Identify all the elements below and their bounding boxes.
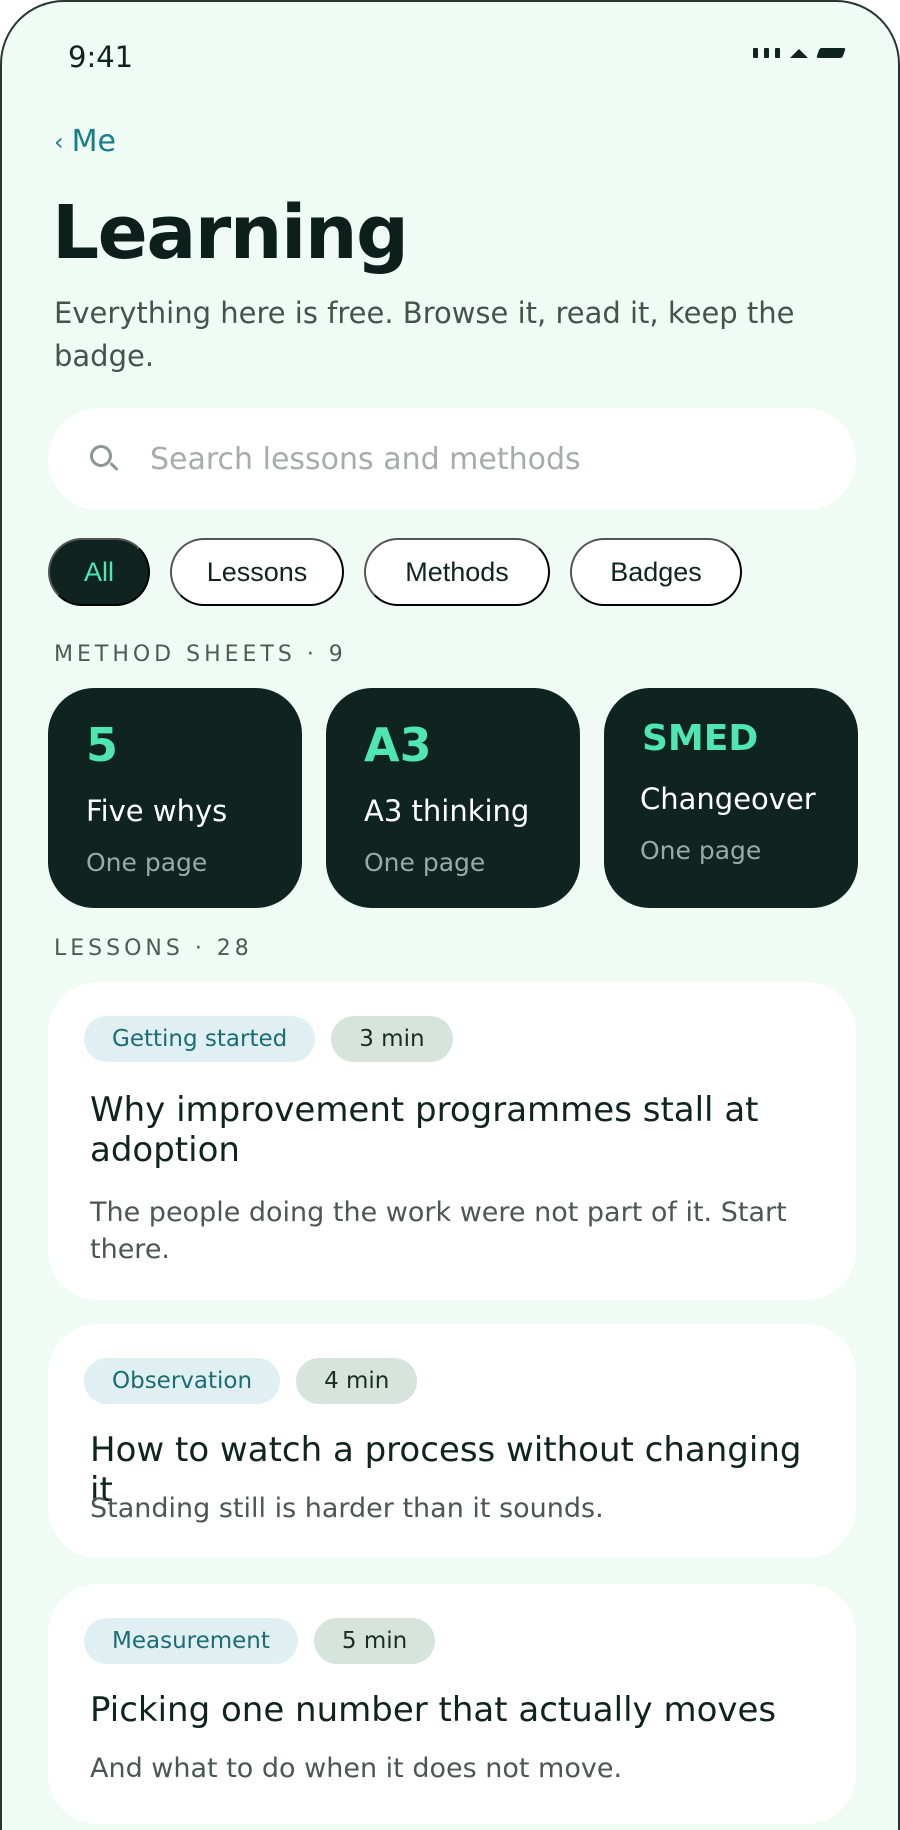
lesson-description: Standing still is harder than it sounds. (90, 1493, 604, 1524)
back-button[interactable]: ‹ Me (54, 124, 116, 159)
method-sheet-length: One page (640, 836, 762, 865)
method-sheet-card[interactable]: 5 Five whys One page (48, 688, 302, 908)
lesson-description: The people doing the work were not part … (90, 1197, 787, 1265)
filter-chip-all[interactable]: All (48, 538, 150, 606)
topic-badge: Getting started (84, 1016, 316, 1062)
page-subtitle: Everything here is free. Browse it, read… (54, 296, 795, 373)
filter-chip-badges[interactable]: Badges (570, 538, 742, 606)
lesson-tags: Getting started 3 min (84, 1016, 453, 1062)
lesson-description: And what to do when it does not move. (90, 1753, 623, 1784)
method-sheet-card[interactable]: SMED Changeover One page (604, 688, 858, 908)
method-sheet-length: One page (364, 848, 486, 877)
lesson-title: Why improvement programmes stall at adop… (90, 1090, 759, 1170)
method-sheet-code: A3 (364, 718, 432, 772)
duration-badge: 5 min (313, 1618, 436, 1664)
status-time: 9:41 (68, 40, 134, 74)
filter-chip-methods[interactable]: Methods (364, 538, 550, 606)
lesson-tags: Observation 4 min (84, 1358, 418, 1404)
method-sheet-card[interactable]: A3 A3 thinking One page (326, 688, 580, 908)
status-indicators (753, 48, 846, 58)
signal-bar-icon (753, 48, 758, 58)
chevron-left-icon: ‹ (54, 127, 64, 156)
phone-screen: 9:41 ‹ Me Learning Everything here is fr… (0, 0, 900, 1830)
back-label: Me (71, 124, 116, 159)
lesson-card[interactable]: Measurement 5 min Picking one number tha… (48, 1584, 856, 1824)
method-sheet-code: 5 (86, 718, 119, 772)
method-sheets-row: 5 Five whys One page A3 A3 thinking One … (48, 688, 858, 908)
method-sheet-code: SMED (642, 718, 759, 759)
page-title: Learning (52, 190, 409, 276)
method-sheets-heading: METHOD SHEETS · 9 (54, 642, 347, 667)
duration-badge: 4 min (296, 1358, 418, 1404)
search-input[interactable] (150, 441, 790, 477)
battery-icon (816, 48, 846, 58)
filter-chip-lessons[interactable]: Lessons (170, 538, 344, 606)
method-sheet-name: Five whys (86, 794, 228, 828)
search-bar[interactable] (48, 408, 856, 510)
lesson-title: Picking one number that actually moves (90, 1690, 777, 1730)
lesson-card[interactable]: Observation 4 min How to watch a process… (48, 1324, 856, 1558)
lessons-heading: LESSONS · 28 (54, 936, 253, 961)
search-icon (88, 443, 120, 475)
method-sheet-name: Changeover (640, 782, 816, 816)
lesson-card[interactable]: Getting started 3 min Why improvement pr… (48, 982, 856, 1300)
status-bar: 9:41 (2, 2, 898, 112)
topic-badge: Observation (84, 1358, 281, 1404)
signal-bar-icon (764, 48, 769, 58)
lesson-tags: Measurement 5 min (84, 1618, 436, 1664)
duration-badge: 3 min (331, 1016, 453, 1062)
wifi-icon (790, 49, 808, 58)
signal-bar-icon (775, 48, 780, 58)
filter-chips: All Lessons Methods Badges (48, 538, 742, 606)
method-sheet-name: A3 thinking (364, 794, 530, 828)
method-sheet-length: One page (86, 848, 208, 877)
topic-badge: Measurement (84, 1618, 298, 1664)
